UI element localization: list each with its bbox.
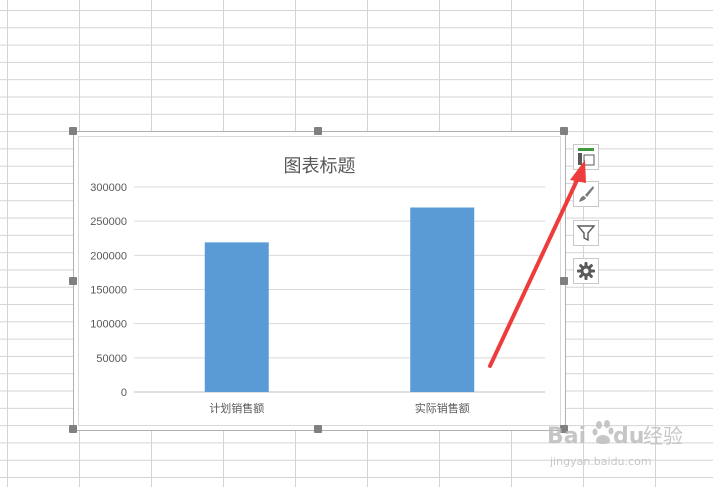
y-tick-label: 300000	[90, 182, 127, 194]
chart-styles-button[interactable]	[573, 181, 599, 207]
x-category-label: 计划销售额	[209, 401, 264, 415]
chart-settings-button[interactable]	[573, 258, 599, 284]
chart-elements-icon	[578, 148, 595, 166]
svg-text:Bai: Bai	[547, 424, 586, 449]
y-tick-label: 200000	[90, 250, 127, 262]
x-category-label: 实际销售额	[415, 401, 470, 415]
chart-plot: 0 50000 100000 150000 200000 250000 300000 计划销售…	[90, 182, 545, 415]
y-tick-label: 100000	[90, 319, 127, 331]
baidu-jingyan-watermark: Bai du 经验 jingyan.baidu.com	[547, 420, 683, 468]
svg-text:du: du	[613, 424, 644, 449]
y-tick-label: 50000	[96, 353, 127, 365]
gear-icon	[577, 262, 595, 280]
svg-text:jingyan.baidu.com: jingyan.baidu.com	[549, 455, 652, 468]
bar[interactable]	[410, 207, 475, 393]
y-tick-label: 250000	[90, 216, 127, 228]
bar[interactable]	[204, 242, 269, 392]
y-tick-label: 150000	[90, 285, 127, 297]
chart-elements-button[interactable]	[573, 144, 599, 170]
paintbrush-icon	[579, 186, 594, 202]
chart-filters-button[interactable]	[573, 220, 599, 246]
funnel-icon	[576, 225, 596, 242]
svg-text:经验: 经验	[643, 424, 683, 448]
y-tick-label: 0	[121, 387, 127, 399]
